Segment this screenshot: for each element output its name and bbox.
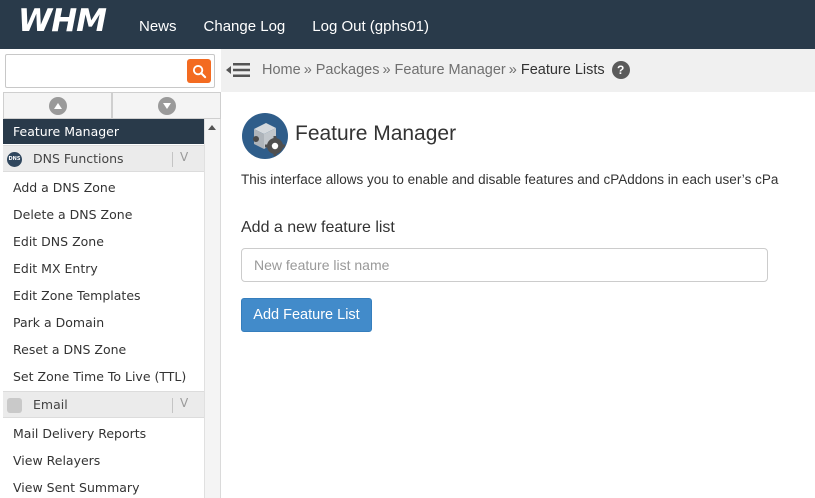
sidebar-item-view-relayers[interactable]: View Relayers <box>13 447 203 474</box>
sidebar-collapse-controls <box>3 92 221 119</box>
breadcrumb-bar: Home » Packages » Feature Manager » Feat… <box>221 49 815 92</box>
breadcrumb-packages[interactable]: Packages <box>316 62 380 78</box>
page-title: Feature Manager <box>295 122 457 145</box>
arrow-up-icon <box>48 96 67 115</box>
category-label: Email <box>33 397 68 412</box>
sidebar-search <box>5 54 215 88</box>
feature-manager-icon <box>242 113 288 159</box>
sidebar-search-input[interactable] <box>10 58 185 84</box>
email-icon <box>7 398 22 413</box>
breadcrumb-separator: » <box>382 62 391 78</box>
expand-all-button[interactable] <box>112 92 221 119</box>
sidebar-item-edit-dns-zone[interactable]: Edit DNS Zone <box>13 228 203 255</box>
page-description: This interface allows you to enable and … <box>241 172 779 187</box>
sidebar-item-feature-manager[interactable]: Feature Manager <box>3 119 204 144</box>
menu-toggle-icon[interactable] <box>226 61 250 79</box>
scroll-up-icon[interactable] <box>208 125 216 130</box>
chevron-down-icon[interactable]: V <box>180 396 188 410</box>
breadcrumb-current: Feature Lists <box>520 62 605 78</box>
breadcrumb-separator: » <box>508 62 517 78</box>
sidebar-item-add-dns-zone[interactable]: Add a DNS Zone <box>13 174 203 201</box>
sidebar-item-edit-zone-templates[interactable]: Edit Zone Templates <box>13 282 203 309</box>
sidebar-item-view-sent-summary[interactable]: View Sent Summary <box>13 474 203 498</box>
logo-text: WHM <box>18 3 107 39</box>
breadcrumb: Home » Packages » Feature Manager » Feat… <box>262 61 630 79</box>
sidebar-item-reset-dns-zone[interactable]: Reset a DNS Zone <box>13 336 203 363</box>
top-bar: WHM News Change Log Log Out (gphs01) <box>0 0 815 49</box>
help-icon[interactable]: ? <box>611 61 630 79</box>
category-divider <box>172 398 173 413</box>
sidebar-category-dns-functions[interactable]: DNS DNS Functions V <box>3 145 204 172</box>
search-icon <box>192 64 206 78</box>
category-divider <box>172 152 173 167</box>
sidebar-menu: Feature Manager DNS DNS Functions V Add … <box>3 119 221 498</box>
sidebar-item-park-domain[interactable]: Park a Domain <box>13 309 203 336</box>
collapse-all-button[interactable] <box>3 92 112 119</box>
sidebar-scrollbar[interactable] <box>204 119 220 498</box>
sidebar-item-delete-dns-zone[interactable]: Delete a DNS Zone <box>13 201 203 228</box>
arrow-down-icon <box>157 96 176 115</box>
sidebar-item-edit-mx-entry[interactable]: Edit MX Entry <box>13 255 203 282</box>
main-content: Feature Manager This interface allows yo… <box>221 92 815 498</box>
breadcrumb-home[interactable]: Home <box>262 62 301 78</box>
dns-icon: DNS <box>7 152 22 167</box>
top-nav: News Change Log Log Out (gphs01) <box>139 18 456 35</box>
chevron-down-icon[interactable]: V <box>180 150 188 164</box>
breadcrumb-separator: » <box>303 62 312 78</box>
nav-logout-link[interactable]: Log Out (gphs01) <box>312 18 429 35</box>
search-button[interactable] <box>187 59 211 83</box>
whm-logo[interactable]: WHM <box>18 3 107 39</box>
add-feature-list-label: Add a new feature list <box>241 219 395 236</box>
nav-changelog-link[interactable]: Change Log <box>204 18 286 35</box>
feature-list-name-input[interactable] <box>241 248 768 282</box>
breadcrumb-feature-manager[interactable]: Feature Manager <box>395 62 506 78</box>
nav-news-link[interactable]: News <box>139 18 177 35</box>
sidebar-category-email[interactable]: Email V <box>3 391 204 418</box>
sidebar-item-set-zone-ttl[interactable]: Set Zone Time To Live (TTL) <box>13 363 203 390</box>
category-label: DNS Functions <box>33 151 124 166</box>
sidebar-item-mail-delivery-reports[interactable]: Mail Delivery Reports <box>13 420 203 447</box>
add-feature-list-button[interactable]: Add Feature List <box>241 298 372 332</box>
